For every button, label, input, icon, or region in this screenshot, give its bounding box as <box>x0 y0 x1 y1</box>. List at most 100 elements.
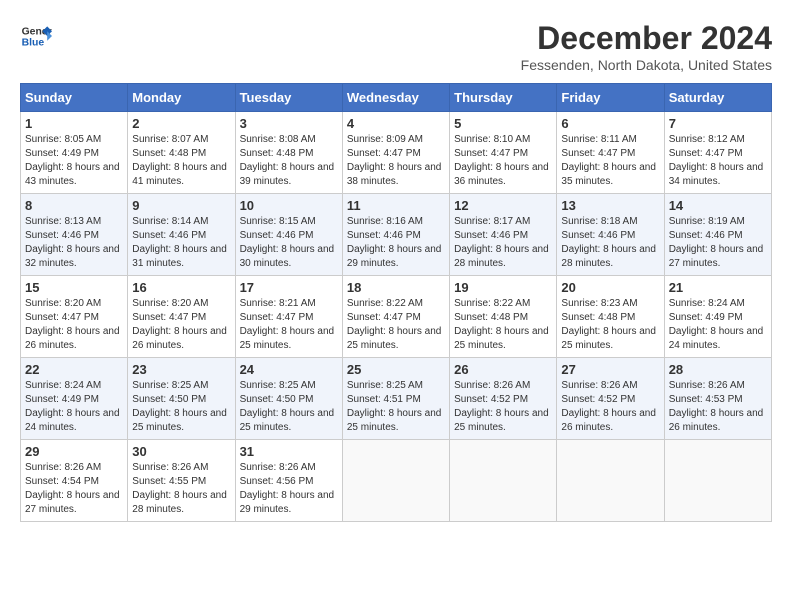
day-info: Sunrise: 8:26 AMSunset: 4:55 PMDaylight:… <box>132 461 230 517</box>
day-info: Sunrise: 8:20 AMSunset: 4:47 PMDaylight:… <box>132 297 230 353</box>
day-of-week-header: Tuesday <box>235 84 342 112</box>
calendar-cell: 28 Sunrise: 8:26 AMSunset: 4:53 PMDayligh… <box>664 358 771 440</box>
calendar-table: SundayMondayTuesdayWednesdayThursdayFrid… <box>20 83 772 522</box>
calendar-cell: 5 Sunrise: 8:10 AMSunset: 4:47 PMDaylight… <box>450 112 557 194</box>
calendar-cell: 22 Sunrise: 8:24 AMSunset: 4:49 PMDayligh… <box>21 358 128 440</box>
calendar-week-row: 22 Sunrise: 8:24 AMSunset: 4:49 PMDayligh… <box>21 358 772 440</box>
day-info: Sunrise: 8:22 AMSunset: 4:48 PMDaylight:… <box>454 297 552 353</box>
calendar-cell: 31 Sunrise: 8:26 AMSunset: 4:56 PMDayligh… <box>235 440 342 522</box>
day-number: 4 <box>347 116 445 131</box>
day-number: 20 <box>561 280 659 295</box>
day-number: 25 <box>347 362 445 377</box>
day-number: 10 <box>240 198 338 213</box>
calendar-week-row: 15Sunrise: 8:20 AMSunset: 4:47 PMDayligh… <box>21 276 772 358</box>
day-info: Sunrise: 8:25 AMSunset: 4:50 PMDaylight:… <box>132 379 230 435</box>
calendar-cell: 25 Sunrise: 8:25 AMSunset: 4:51 PMDayligh… <box>342 358 449 440</box>
day-info: Sunrise: 8:19 AMSunset: 4:46 PMDaylight:… <box>669 215 767 271</box>
calendar-cell: 11Sunrise: 8:16 AMSunset: 4:46 PMDayligh… <box>342 194 449 276</box>
day-info: Sunrise: 8:26 AMSunset: 4:52 PMDaylight:… <box>561 379 659 435</box>
calendar-cell: 12 Sunrise: 8:17 AMSunset: 4:46 PMDayligh… <box>450 194 557 276</box>
day-info: Sunrise: 8:21 AMSunset: 4:47 PMDaylight:… <box>240 297 338 353</box>
day-info: Sunrise: 8:26 AMSunset: 4:52 PMDaylight:… <box>454 379 552 435</box>
logo: General Blue <box>20 20 52 52</box>
calendar-cell: 3 Sunrise: 8:08 AMSunset: 4:48 PMDaylight… <box>235 112 342 194</box>
page-header: General Blue December 2024 Fessenden, No… <box>20 20 772 73</box>
calendar-cell: 8Sunrise: 8:13 AMSunset: 4:46 PMDaylight… <box>21 194 128 276</box>
calendar-cell: 26 Sunrise: 8:26 AMSunset: 4:52 PMDayligh… <box>450 358 557 440</box>
day-info: Sunrise: 8:05 AMSunset: 4:49 PMDaylight:… <box>25 133 123 189</box>
day-number: 14 <box>669 198 767 213</box>
day-info: Sunrise: 8:09 AMSunset: 4:47 PMDaylight:… <box>347 133 445 189</box>
day-of-week-header: Sunday <box>21 84 128 112</box>
day-number: 2 <box>132 116 230 131</box>
day-of-week-header: Saturday <box>664 84 771 112</box>
day-number: 23 <box>132 362 230 377</box>
calendar-week-row: 8Sunrise: 8:13 AMSunset: 4:46 PMDaylight… <box>21 194 772 276</box>
day-info: Sunrise: 8:22 AMSunset: 4:47 PMDaylight:… <box>347 297 445 353</box>
calendar-cell: 6 Sunrise: 8:11 AMSunset: 4:47 PMDaylight… <box>557 112 664 194</box>
logo-icon: General Blue <box>20 20 52 52</box>
calendar-cell: 21 Sunrise: 8:24 AMSunset: 4:49 PMDayligh… <box>664 276 771 358</box>
day-info: Sunrise: 8:15 AMSunset: 4:46 PMDaylight:… <box>240 215 338 271</box>
calendar-cell: 23 Sunrise: 8:25 AMSunset: 4:50 PMDayligh… <box>128 358 235 440</box>
day-number: 27 <box>561 362 659 377</box>
calendar-cell: 2 Sunrise: 8:07 AMSunset: 4:48 PMDaylight… <box>128 112 235 194</box>
day-number: 1 <box>25 116 123 131</box>
calendar-week-row: 1 Sunrise: 8:05 AMSunset: 4:49 PMDaylight… <box>21 112 772 194</box>
calendar-cell: 18 Sunrise: 8:22 AMSunset: 4:47 PMDayligh… <box>342 276 449 358</box>
month-title: December 2024 <box>521 20 772 57</box>
day-info: Sunrise: 8:17 AMSunset: 4:46 PMDaylight:… <box>454 215 552 271</box>
day-number: 28 <box>669 362 767 377</box>
day-of-week-header: Monday <box>128 84 235 112</box>
calendar-cell: 9 Sunrise: 8:14 AMSunset: 4:46 PMDaylight… <box>128 194 235 276</box>
day-info: Sunrise: 8:26 AMSunset: 4:54 PMDaylight:… <box>25 461 123 517</box>
day-info: Sunrise: 8:26 AMSunset: 4:53 PMDaylight:… <box>669 379 767 435</box>
day-info: Sunrise: 8:13 AMSunset: 4:46 PMDaylight:… <box>25 215 123 271</box>
day-info: Sunrise: 8:24 AMSunset: 4:49 PMDaylight:… <box>669 297 767 353</box>
calendar-cell: 7Sunrise: 8:12 AMSunset: 4:47 PMDaylight… <box>664 112 771 194</box>
calendar-cell: 30Sunrise: 8:26 AMSunset: 4:55 PMDayligh… <box>128 440 235 522</box>
calendar-week-row: 29 Sunrise: 8:26 AMSunset: 4:54 PMDayligh… <box>21 440 772 522</box>
day-info: Sunrise: 8:26 AMSunset: 4:56 PMDaylight:… <box>240 461 338 517</box>
day-number: 19 <box>454 280 552 295</box>
day-info: Sunrise: 8:20 AMSunset: 4:47 PMDaylight:… <box>25 297 123 353</box>
day-number: 17 <box>240 280 338 295</box>
day-number: 11 <box>347 198 445 213</box>
day-info: Sunrise: 8:12 AMSunset: 4:47 PMDaylight:… <box>669 133 767 189</box>
calendar-cell: 10 Sunrise: 8:15 AMSunset: 4:46 PMDayligh… <box>235 194 342 276</box>
day-info: Sunrise: 8:18 AMSunset: 4:46 PMDaylight:… <box>561 215 659 271</box>
calendar-cell: 20Sunrise: 8:23 AMSunset: 4:48 PMDayligh… <box>557 276 664 358</box>
day-number: 13 <box>561 198 659 213</box>
day-number: 5 <box>454 116 552 131</box>
calendar-cell: 29 Sunrise: 8:26 AMSunset: 4:54 PMDayligh… <box>21 440 128 522</box>
day-number: 21 <box>669 280 767 295</box>
day-of-week-header: Thursday <box>450 84 557 112</box>
day-info: Sunrise: 8:08 AMSunset: 4:48 PMDaylight:… <box>240 133 338 189</box>
day-number: 29 <box>25 444 123 459</box>
day-number: 6 <box>561 116 659 131</box>
day-info: Sunrise: 8:10 AMSunset: 4:47 PMDaylight:… <box>454 133 552 189</box>
calendar-cell: 27 Sunrise: 8:26 AMSunset: 4:52 PMDayligh… <box>557 358 664 440</box>
day-info: Sunrise: 8:25 AMSunset: 4:51 PMDaylight:… <box>347 379 445 435</box>
day-number: 9 <box>132 198 230 213</box>
day-info: Sunrise: 8:11 AMSunset: 4:47 PMDaylight:… <box>561 133 659 189</box>
day-number: 16 <box>132 280 230 295</box>
day-of-week-header: Wednesday <box>342 84 449 112</box>
day-info: Sunrise: 8:24 AMSunset: 4:49 PMDaylight:… <box>25 379 123 435</box>
day-info: Sunrise: 8:07 AMSunset: 4:48 PMDaylight:… <box>132 133 230 189</box>
day-info: Sunrise: 8:14 AMSunset: 4:46 PMDaylight:… <box>132 215 230 271</box>
day-info: Sunrise: 8:25 AMSunset: 4:50 PMDaylight:… <box>240 379 338 435</box>
day-number: 31 <box>240 444 338 459</box>
calendar-cell <box>664 440 771 522</box>
day-of-week-header: Friday <box>557 84 664 112</box>
day-number: 22 <box>25 362 123 377</box>
location: Fessenden, North Dakota, United States <box>521 57 772 73</box>
calendar-cell: 16 Sunrise: 8:20 AMSunset: 4:47 PMDayligh… <box>128 276 235 358</box>
day-number: 12 <box>454 198 552 213</box>
day-number: 26 <box>454 362 552 377</box>
day-number: 3 <box>240 116 338 131</box>
calendar-cell: 15Sunrise: 8:20 AMSunset: 4:47 PMDayligh… <box>21 276 128 358</box>
day-number: 24 <box>240 362 338 377</box>
day-number: 18 <box>347 280 445 295</box>
svg-text:Blue: Blue <box>22 38 45 49</box>
